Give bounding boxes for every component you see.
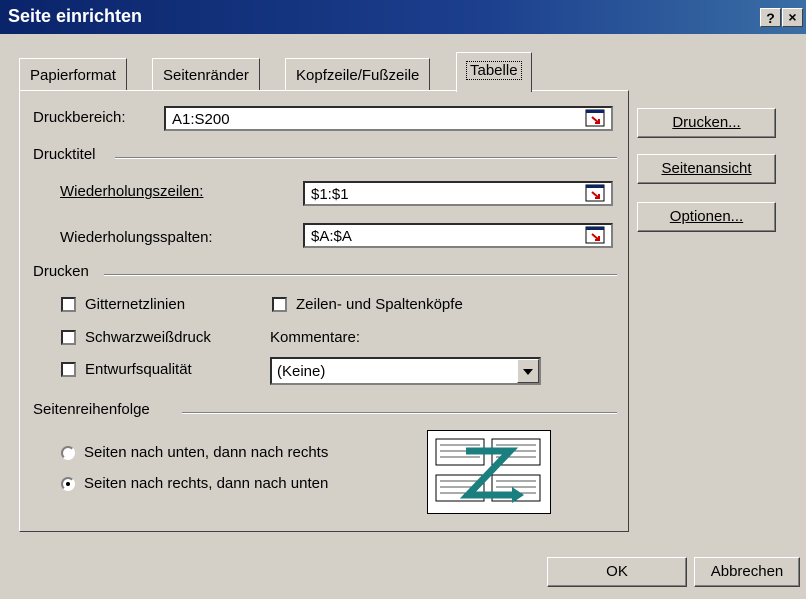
print-area-input[interactable]: A1:S200 xyxy=(164,106,613,131)
print-button[interactable]: Drucken... xyxy=(637,108,776,138)
group-divider xyxy=(115,157,617,159)
group-divider xyxy=(104,274,617,276)
comments-label: Kommentare: xyxy=(270,329,361,346)
chevron-down-icon[interactable] xyxy=(517,359,539,383)
repeat-rows-input[interactable]: $1:$1 xyxy=(303,181,613,206)
print-preview-button-label: Seitenansicht xyxy=(661,160,752,177)
print-area-label: Druckbereich: xyxy=(33,109,126,126)
over-then-down-label: Seiten nach rechts, dann nach unten xyxy=(84,475,329,492)
over-then-down-radio[interactable] xyxy=(61,477,75,491)
print-titles-heading: Drucktitel xyxy=(33,146,96,163)
row-col-headings-label: Zeilen- und Spaltenköpfe xyxy=(296,296,463,313)
draft-quality-checkbox[interactable] xyxy=(61,362,76,377)
comments-select-value: (Keine) xyxy=(277,363,326,380)
cancel-button[interactable]: Abbrechen xyxy=(694,557,800,587)
repeat-columns-input[interactable]: $A:$A xyxy=(303,223,613,248)
print-preview-button[interactable]: Seitenansicht xyxy=(637,154,776,184)
page-order-heading: Seitenreihenfolge xyxy=(33,401,150,418)
collapse-dialog-icon[interactable] xyxy=(585,109,605,127)
group-divider xyxy=(182,412,617,414)
page-order-diagram xyxy=(427,430,551,514)
repeat-rows-label: Wiederholungszeilen: xyxy=(60,183,204,200)
row-col-headings-checkbox[interactable] xyxy=(272,297,287,312)
gridlines-checkbox[interactable] xyxy=(61,297,76,312)
ok-button[interactable]: OK xyxy=(547,557,687,587)
collapse-dialog-icon[interactable] xyxy=(585,184,605,202)
gridlines-label: Gitternetzlinien xyxy=(85,296,186,313)
options-button-label: Optionen... xyxy=(669,208,744,225)
draft-quality-label: Entwurfsqualität xyxy=(85,361,192,378)
black-white-label: Schwarzweißdruck xyxy=(85,329,211,346)
print-heading: Drucken xyxy=(33,263,89,280)
print-button-label: Drucken... xyxy=(672,114,741,131)
repeat-columns-label: Wiederholungsspalten: xyxy=(60,229,213,246)
down-then-over-label: Seiten nach unten, dann nach rechts xyxy=(84,444,329,461)
comments-select[interactable]: (Keine) xyxy=(270,357,541,385)
collapse-dialog-icon[interactable] xyxy=(585,226,605,244)
options-button[interactable]: Optionen... xyxy=(637,202,776,232)
black-white-checkbox[interactable] xyxy=(61,330,76,345)
down-then-over-radio[interactable] xyxy=(61,446,75,460)
